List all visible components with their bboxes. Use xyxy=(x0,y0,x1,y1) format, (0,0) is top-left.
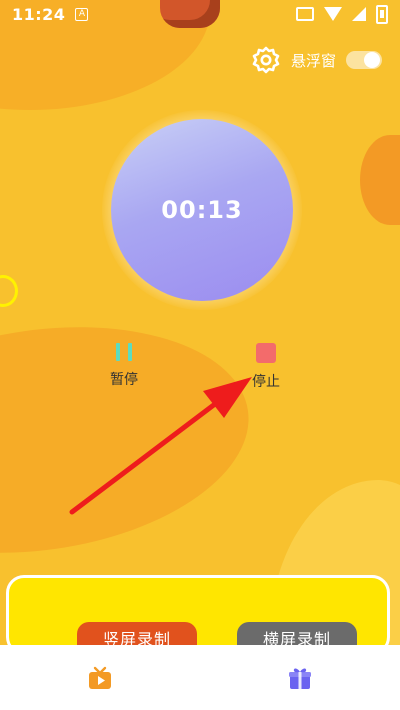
tv-play-icon xyxy=(89,666,111,689)
bottom-tab-bar xyxy=(0,645,400,710)
record-panel: 竖屏录制 横屏录制 xyxy=(6,575,390,658)
gift-icon xyxy=(289,668,311,689)
tab-record[interactable] xyxy=(70,658,130,698)
tab-gift[interactable] xyxy=(270,658,330,698)
